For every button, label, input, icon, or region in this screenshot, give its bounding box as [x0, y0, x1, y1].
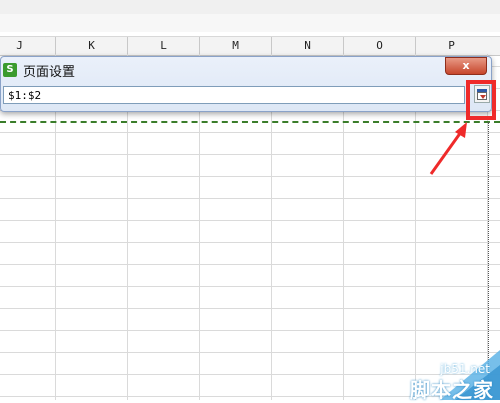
highlight-box: [466, 80, 496, 120]
spreadsheet-app-icon: S: [3, 63, 17, 77]
column-header-row: J K L M N O P: [0, 36, 500, 56]
print-title-range-input[interactable]: $1:$2: [3, 86, 465, 104]
column-header-m[interactable]: M: [199, 37, 271, 55]
column-header-j[interactable]: J: [0, 37, 55, 55]
ribbon-strip: [0, 0, 500, 15]
column-header-p[interactable]: P: [415, 37, 487, 55]
column-header-k[interactable]: K: [55, 37, 127, 55]
column-header-l[interactable]: L: [127, 37, 199, 55]
formula-bar-area: [0, 14, 500, 32]
column-header-o[interactable]: O: [343, 37, 415, 55]
dialog-title: 页面设置: [23, 65, 76, 80]
annotation-arrow-icon: [429, 122, 467, 175]
dialog-title-bar[interactable]: S 页面设置 x: [1, 57, 491, 83]
watermark-brand: 脚本之家: [410, 378, 494, 402]
page-setup-dialog: S 页面设置 x $1:$2: [0, 56, 492, 112]
column-header-n[interactable]: N: [271, 37, 343, 55]
close-button[interactable]: x: [445, 57, 487, 75]
